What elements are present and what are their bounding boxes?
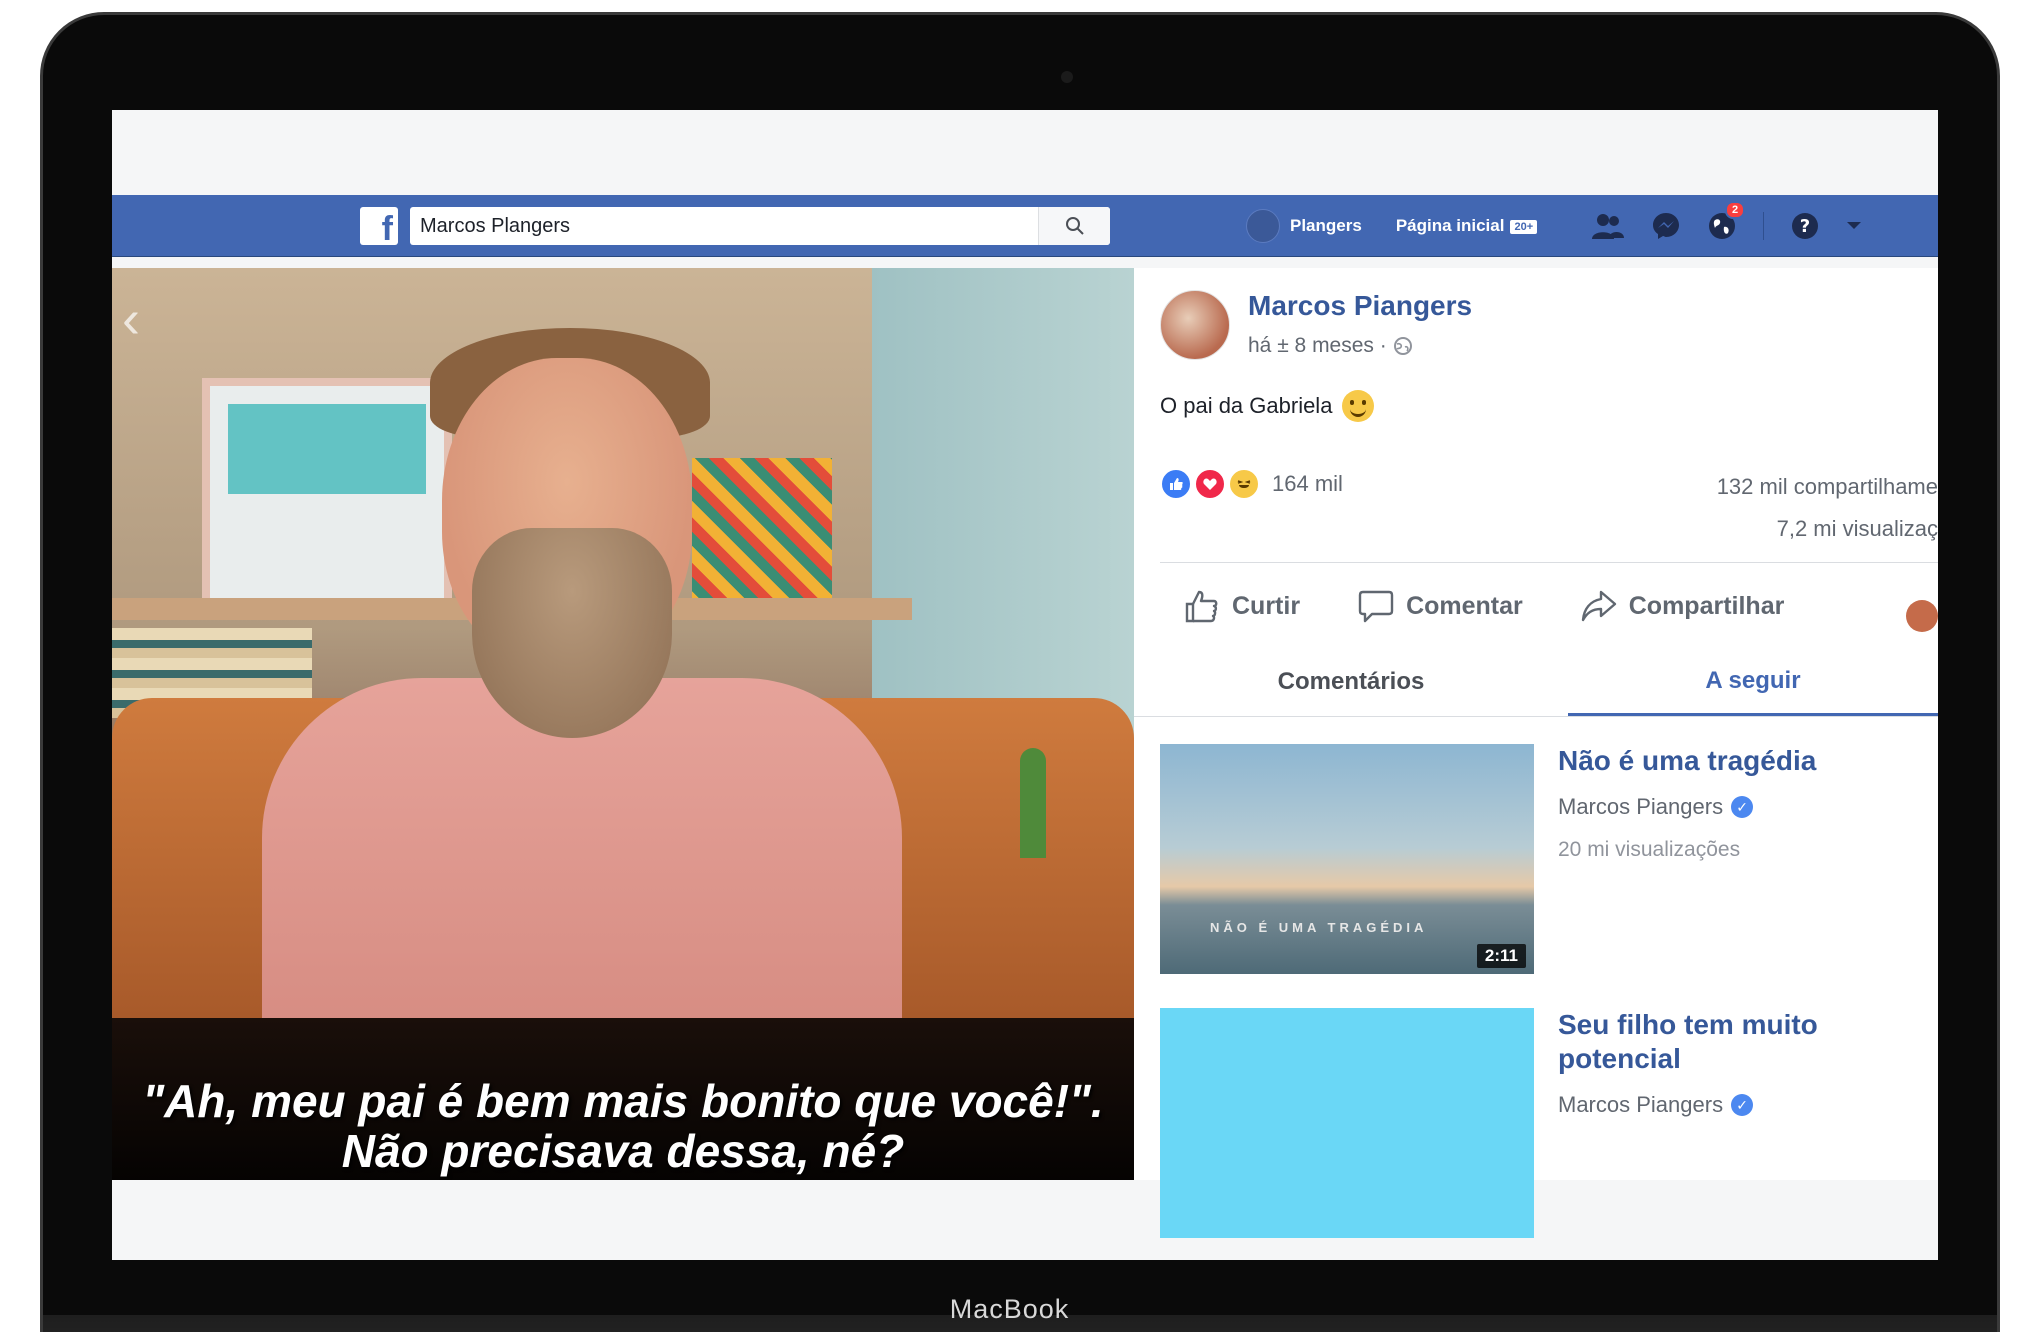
nav-icons: 2 ? [1591, 201, 1862, 241]
video-duration: 2:11 [1476, 944, 1526, 968]
search-input[interactable] [410, 207, 1038, 245]
post-author[interactable]: Marcos Piangers [1248, 290, 1472, 322]
globe-privacy-icon [1393, 337, 1412, 355]
account-menu-button[interactable] [1846, 221, 1862, 231]
post-time-text[interactable]: há ± 8 meses · [1248, 334, 1387, 358]
verified-badge-icon: ✓ [1731, 796, 1754, 818]
facebook-topbar: f Plangers Página inicial 20+ [112, 195, 1938, 257]
reactions-summary[interactable]: 164 mil [1160, 468, 1343, 500]
video-author[interactable]: Marcos Piangers ✓ [1558, 794, 1754, 820]
home-badge: 20+ [1510, 219, 1538, 234]
post-actions: Curtir Comentar Compartilhar [1184, 588, 1784, 624]
thumbs-up-icon [1185, 590, 1218, 623]
subtitle-line-1: "Ah, meu pai é bem mais bonito que você!… [142, 1075, 1104, 1127]
love-reaction-icon [1194, 468, 1226, 500]
comment-as-avatar[interactable] [1906, 600, 1938, 632]
facebook-logo-icon[interactable]: f [360, 207, 398, 245]
like-button-label: Curtir [1232, 591, 1301, 620]
post-text-content: O pai da Gabriela [1160, 393, 1333, 418]
smile-emoji-icon [1342, 390, 1375, 422]
tabs-divider [1134, 716, 1938, 717]
video-author-name: Marcos Piangers [1558, 1092, 1724, 1117]
profile-link[interactable]: Plangers [1290, 216, 1362, 236]
friend-requests-button[interactable] [1591, 212, 1625, 240]
video-person-beard [472, 528, 672, 738]
comment-button[interactable]: Comentar [1358, 588, 1523, 624]
post-timestamp: há ± 8 meses · [1248, 334, 1413, 358]
video-title[interactable]: Seu filho tem muito potencial [1558, 1008, 1918, 1076]
notification-count-badge: 2 [1725, 201, 1746, 219]
device-brand-label: MacBook [949, 1294, 1070, 1324]
tab-comments[interactable]: Comentários [1134, 648, 1568, 716]
messenger-button[interactable] [1651, 211, 1681, 241]
comment-icon [1358, 590, 1394, 623]
verified-badge-icon: ✓ [1731, 1094, 1754, 1116]
video-scene-box [692, 458, 832, 608]
camera [1061, 71, 1073, 83]
up-next-item[interactable]: Seu filho tem muito potencial Marcos Pia… [1160, 1008, 1938, 1238]
video-thumbnail[interactable]: NÃO É UMA TRAGÉDIA 2:11 [1160, 744, 1534, 974]
nav-right: Plangers Página inicial 20+ 2 ? [1246, 195, 1862, 257]
up-next-item[interactable]: NÃO É UMA TRAGÉDIA 2:11 Não é uma tragéd… [1160, 744, 1938, 976]
home-link[interactable]: Página inicial 20+ [1395, 216, 1538, 236]
share-count[interactable]: 132 mil compartilhame [1717, 474, 1938, 500]
home-link-label: Página inicial [1395, 216, 1505, 235]
profile-avatar[interactable] [1246, 209, 1280, 243]
divider [1160, 562, 1938, 563]
post-panel: Marcos Piangers há ± 8 meses · O pai da … [1134, 268, 1938, 1238]
notifications-button[interactable]: 2 [1707, 201, 1746, 241]
svg-text:?: ? [1800, 216, 1810, 237]
video-title[interactable]: Não é uma tragédia [1558, 744, 1918, 778]
help-icon: ? [1792, 213, 1819, 239]
search-icon [1065, 217, 1084, 235]
tab-up-next[interactable]: A seguir [1568, 648, 1938, 716]
video-views: 20 mi visualizações [1558, 838, 1741, 861]
video-scene-record-player [202, 378, 452, 608]
video-frame: ‹ [112, 268, 1134, 1038]
search-box [410, 207, 1110, 245]
caret-down-icon [1847, 222, 1862, 229]
author-avatar[interactable] [1160, 290, 1230, 360]
screen: f Plangers Página inicial 20+ [112, 110, 1938, 1260]
video-scene-cactus [1020, 748, 1046, 858]
video-thumbnail[interactable] [1160, 1008, 1534, 1238]
video-subtitle: "Ah, meu pai é bem mais bonito que você!… [112, 1076, 1134, 1176]
subtitle-line-2: Não precisava dessa, né? [341, 1125, 905, 1177]
haha-reaction-icon [1228, 468, 1260, 500]
post-text: O pai da Gabriela [1160, 390, 1375, 422]
thumbnail-caption: NÃO É UMA TRAGÉDIA [1210, 920, 1428, 935]
video-player[interactable]: ‹ "Ah, meu pai é bem mais bonito que voc… [112, 268, 1134, 1180]
view-count: 7,2 mi visualizaç [1776, 516, 1938, 541]
help-button[interactable]: ? [1790, 211, 1820, 241]
previous-arrow-icon[interactable]: ‹ [122, 288, 140, 350]
panel-tabs: Comentários A seguir [1134, 648, 1938, 716]
friends-icon [1592, 214, 1625, 239]
nav-divider [1763, 212, 1765, 240]
messenger-icon [1653, 213, 1680, 239]
video-author-name: Marcos Piangers [1558, 794, 1724, 819]
share-button[interactable]: Compartilhar [1581, 588, 1785, 624]
reaction-count: 164 mil [1272, 471, 1343, 496]
share-button-label: Compartilhar [1628, 591, 1785, 620]
video-author[interactable]: Marcos Piangers ✓ [1558, 1092, 1754, 1118]
search-button[interactable] [1038, 207, 1110, 245]
share-arrow-icon [1581, 590, 1616, 622]
like-reaction-icon [1160, 468, 1192, 500]
comment-button-label: Comentar [1406, 591, 1523, 620]
like-button[interactable]: Curtir [1184, 588, 1300, 624]
